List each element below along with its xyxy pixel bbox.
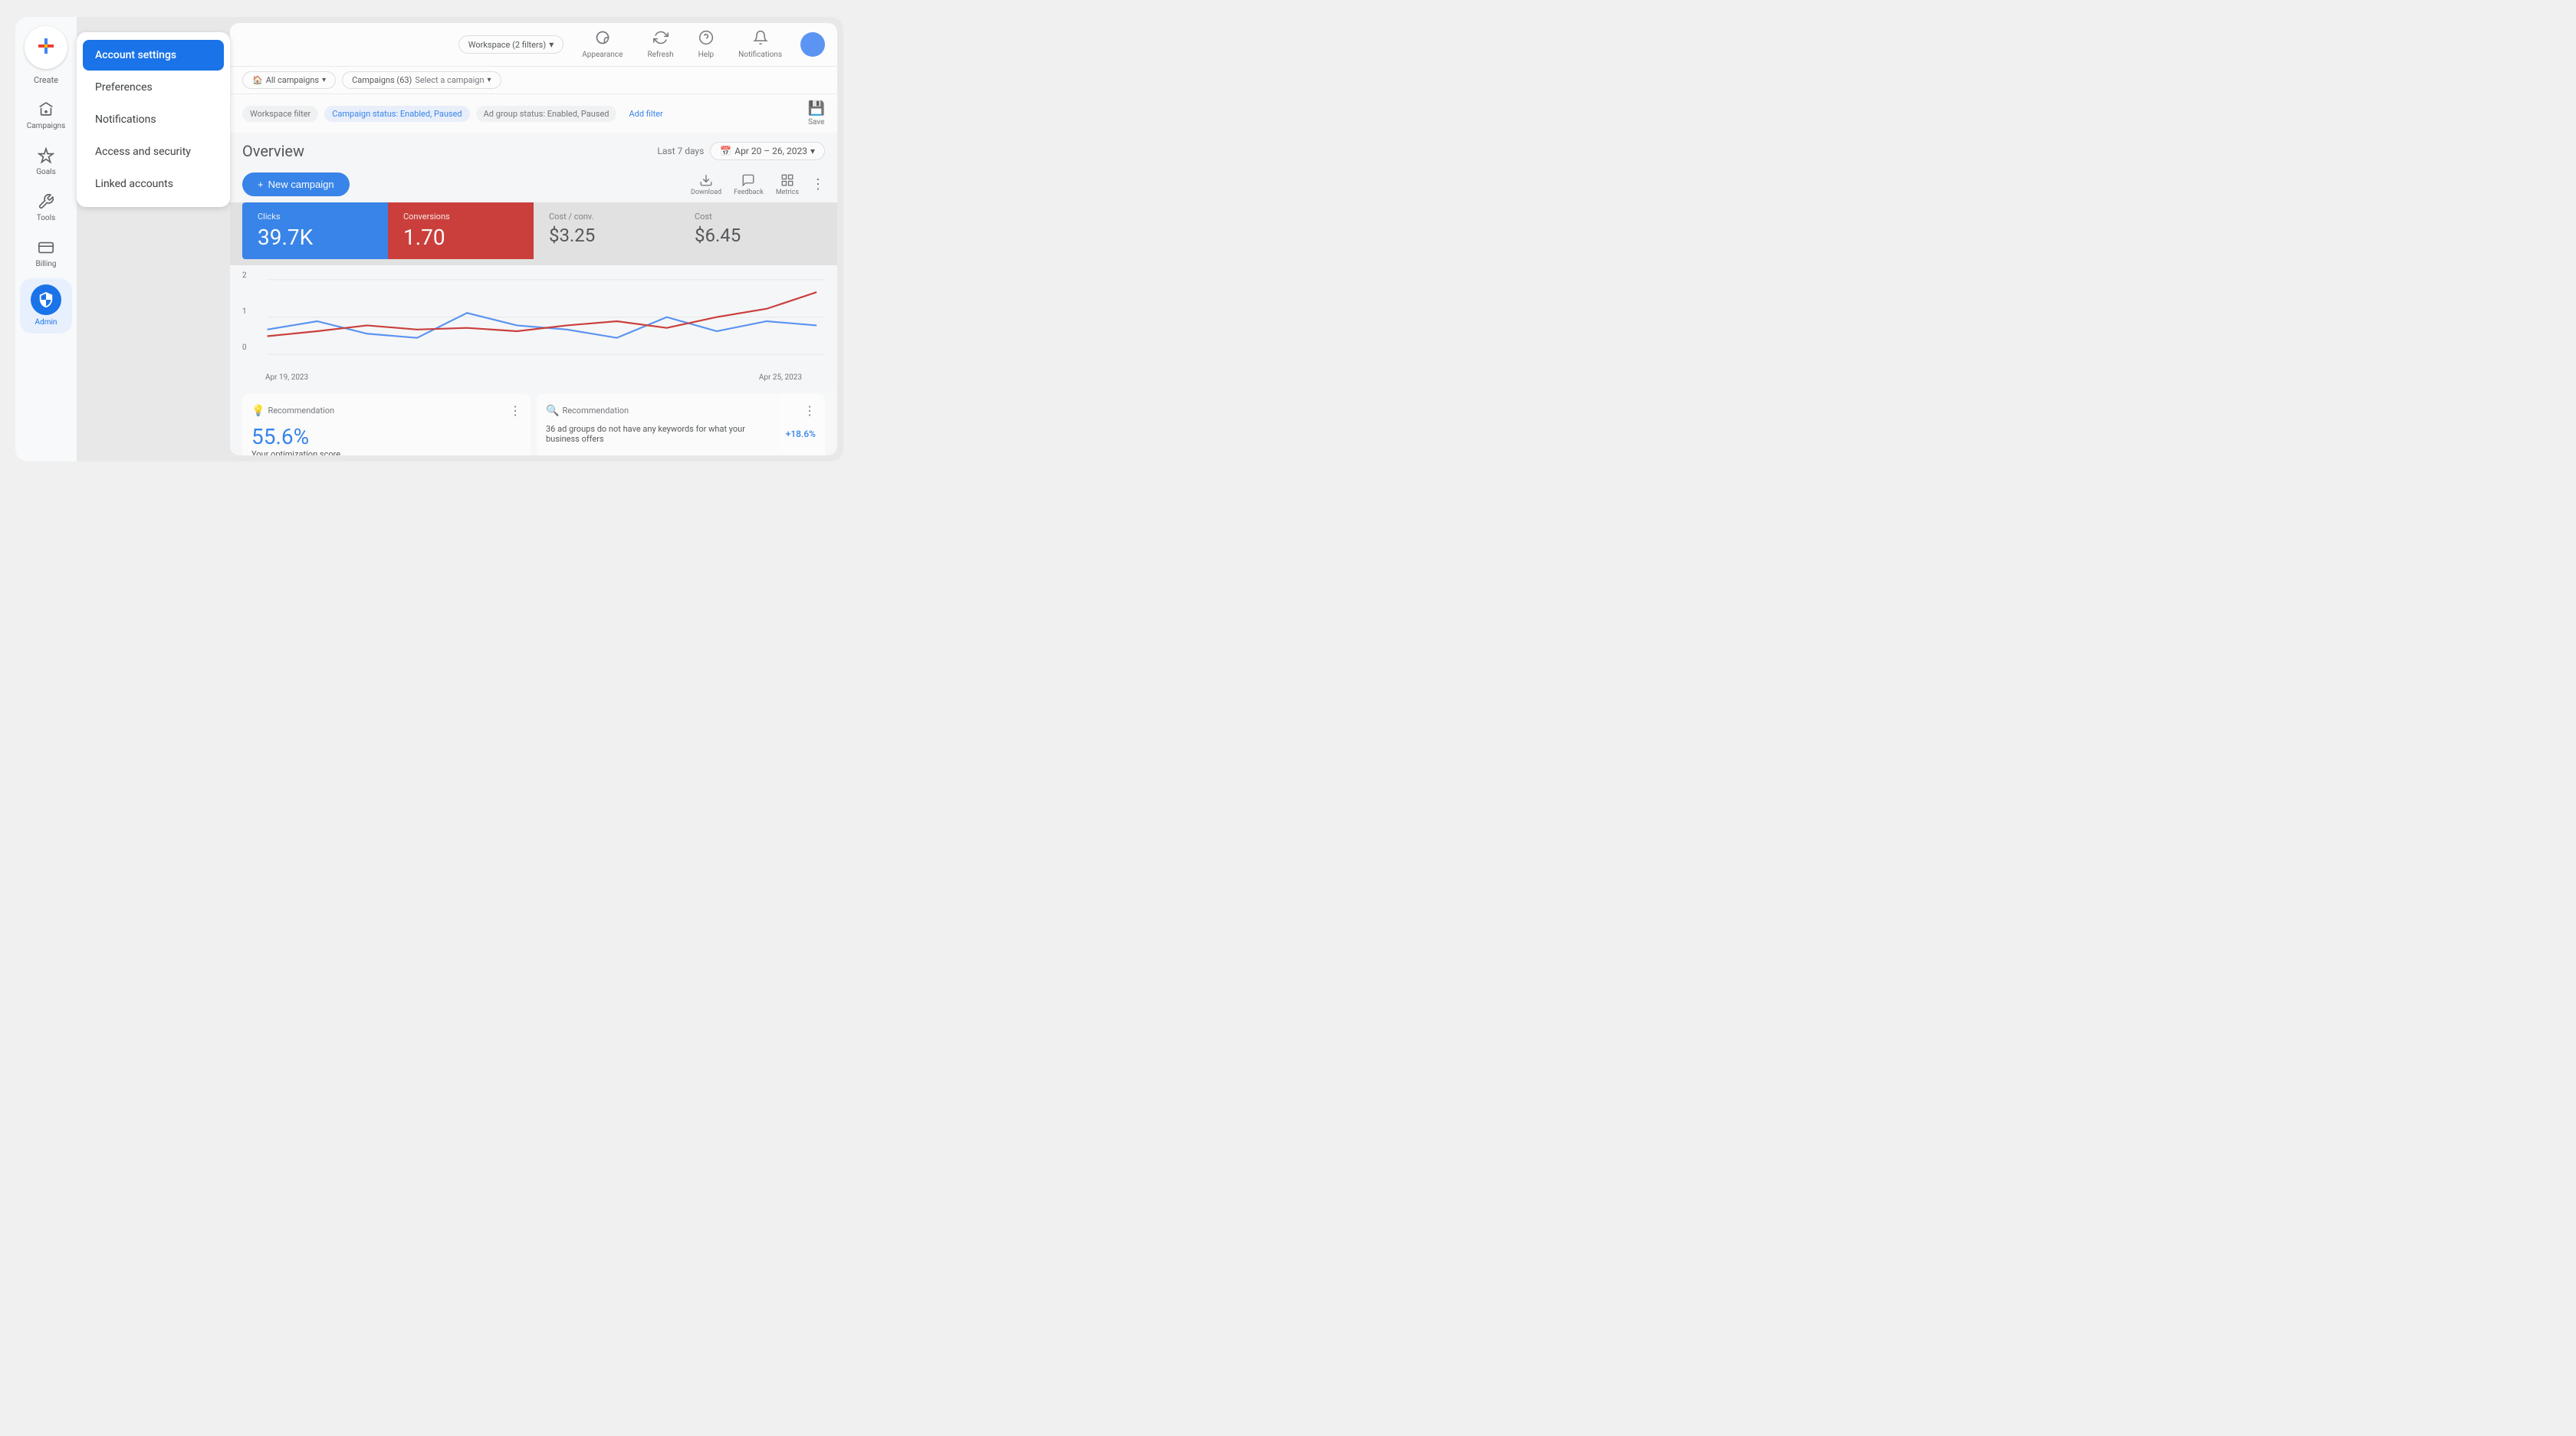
lightbulb-icon-1: 💡 xyxy=(251,405,264,417)
stats-row: Clicks 39.7K Conversions 1.70 Cost / con… xyxy=(230,202,837,265)
campaigns-label: Campaigns xyxy=(27,122,66,131)
x-label-start: Apr 19, 2023 xyxy=(265,373,308,382)
toolbar-appearance[interactable]: Appearance xyxy=(576,27,629,62)
workspace-chevron-icon: ▾ xyxy=(549,39,554,50)
user-avatar[interactable] xyxy=(800,32,825,57)
chart-area: 2 1 0 Apr 19, 2023 Apr 25, 2023 xyxy=(230,265,837,388)
refresh-icon xyxy=(653,30,669,49)
toolbar-notifications[interactable]: Notifications xyxy=(732,27,788,62)
tools-label: Tools xyxy=(37,214,55,223)
add-filter-btn[interactable]: Add filter xyxy=(623,106,669,122)
more-options-button[interactable]: ⋮ xyxy=(811,176,825,192)
billing-label: Billing xyxy=(35,260,56,269)
help-label: Help xyxy=(698,51,714,59)
refresh-label: Refresh xyxy=(647,51,673,59)
x-label-end: Apr 25, 2023 xyxy=(759,373,802,382)
select-campaign-selector[interactable]: Campaigns (63) Select a campaign ▾ xyxy=(342,71,501,89)
stat-cost-conv: Cost / conv. $3.25 xyxy=(534,202,679,259)
left-navigation: Create Campaigns Goals xyxy=(15,17,77,462)
stat-cost: Cost $6.45 xyxy=(679,202,825,259)
settings-item-notifications[interactable]: Notifications xyxy=(83,104,224,135)
save-button[interactable]: 💾 Save xyxy=(808,100,825,127)
calendar-icon: 📅 xyxy=(720,146,731,156)
toolbar-help[interactable]: Help xyxy=(692,27,720,62)
recommendation-card-1: 💡 Recommendation ⋮ 55.6% Your optimizati… xyxy=(242,394,531,455)
date-range: Last 7 days 📅 Apr 20 – 26, 2023 ▾ xyxy=(657,142,825,160)
goals-icon xyxy=(37,146,55,165)
new-campaign-plus: + xyxy=(258,179,264,190)
settings-panel: Account settings Preferences Notificatio… xyxy=(77,32,230,207)
campaign-bar: 🏠 All campaigns ▾ Campaigns (63) Select … xyxy=(230,66,837,94)
workspace-dropdown[interactable]: Workspace (2 filters) ▾ xyxy=(458,35,564,54)
workspace-filter-chip[interactable]: Workspace filter xyxy=(242,106,318,122)
date-chevron: ▾ xyxy=(810,146,815,156)
main-content: Workspace (2 filters) ▾ Appearance xyxy=(230,23,837,455)
y-label-2: 2 xyxy=(242,271,247,280)
chart-x-labels: Apr 19, 2023 Apr 25, 2023 xyxy=(242,373,825,382)
sidebar-item-goals[interactable]: Goals xyxy=(20,140,72,183)
billing-icon xyxy=(37,238,55,257)
download-button[interactable]: Download xyxy=(691,173,721,196)
settings-item-access-security[interactable]: Access and security xyxy=(83,136,224,167)
notifications-label: Notifications xyxy=(738,51,782,59)
stat-clicks: Clicks 39.7K xyxy=(242,202,388,259)
help-icon xyxy=(698,30,714,49)
appearance-icon xyxy=(595,30,610,49)
new-campaign-button[interactable]: + New campaign xyxy=(242,173,350,196)
lightbulb-icon-2: 🔍 xyxy=(546,405,559,417)
recommendations-row: 💡 Recommendation ⋮ 55.6% Your optimizati… xyxy=(230,388,837,455)
stat-conversions: Conversions 1.70 xyxy=(388,202,534,259)
toolbar-refresh[interactable]: Refresh xyxy=(641,27,679,62)
more-options-rec1[interactable]: ⋮ xyxy=(509,403,521,418)
all-campaigns-selector[interactable]: 🏠 All campaigns ▾ xyxy=(242,71,336,89)
campaign-status-chip[interactable]: Campaign status: Enabled, Paused xyxy=(324,106,469,122)
workspace-label: Workspace (2 filters) xyxy=(468,40,546,50)
save-icon: 💾 xyxy=(808,100,825,117)
sidebar-item-tools[interactable]: Tools xyxy=(20,186,72,229)
more-options-rec2[interactable]: ⋮ xyxy=(803,403,816,418)
goals-label: Goals xyxy=(36,168,56,177)
action-row: + New campaign Download Feedback xyxy=(230,166,837,202)
campaigns-chevron: ▾ xyxy=(322,76,326,84)
tools-icon xyxy=(37,192,55,211)
filter-bar: Workspace filter Campaign status: Enable… xyxy=(230,94,837,133)
metrics-button[interactable]: Metrics xyxy=(776,173,799,196)
action-icons: Download Feedback Metrics ⋮ xyxy=(691,173,825,196)
overview-title: Overview xyxy=(242,142,304,160)
y-label-1: 1 xyxy=(242,307,247,316)
admin-icon-bg xyxy=(31,284,61,315)
bell-icon xyxy=(753,30,768,49)
settings-item-account[interactable]: Account settings xyxy=(83,40,224,71)
recommendation-card-2: 🔍 Recommendation ⋮ 36 ad groups do not h… xyxy=(537,394,825,455)
chart-svg xyxy=(242,271,825,371)
select-campaign-chevron: ▾ xyxy=(488,76,491,84)
date-badge[interactable]: 📅 Apr 20 – 26, 2023 ▾ xyxy=(710,142,825,160)
campaigns-icon-small: 🏠 xyxy=(252,75,263,85)
feedback-button[interactable]: Feedback xyxy=(734,173,764,196)
ad-group-status-chip[interactable]: Ad group status: Enabled, Paused xyxy=(476,106,617,122)
create-label: Create xyxy=(34,75,58,85)
campaigns-icon xyxy=(37,100,55,119)
admin-label: Admin xyxy=(35,318,58,327)
create-button[interactable] xyxy=(25,26,67,69)
y-label-0: 0 xyxy=(242,343,247,352)
sidebar-item-campaigns[interactable]: Campaigns xyxy=(20,94,72,137)
settings-item-preferences[interactable]: Preferences xyxy=(83,72,224,103)
sidebar-item-admin[interactable]: Admin xyxy=(20,278,72,334)
overview-header: Overview Last 7 days 📅 Apr 20 – 26, 2023… xyxy=(230,133,837,166)
top-toolbar: Workspace (2 filters) ▾ Appearance xyxy=(230,23,837,66)
appearance-label: Appearance xyxy=(582,51,623,59)
settings-item-linked-accounts[interactable]: Linked accounts xyxy=(83,169,224,199)
plus-icon xyxy=(35,35,57,61)
sidebar-item-billing[interactable]: Billing xyxy=(20,232,72,275)
